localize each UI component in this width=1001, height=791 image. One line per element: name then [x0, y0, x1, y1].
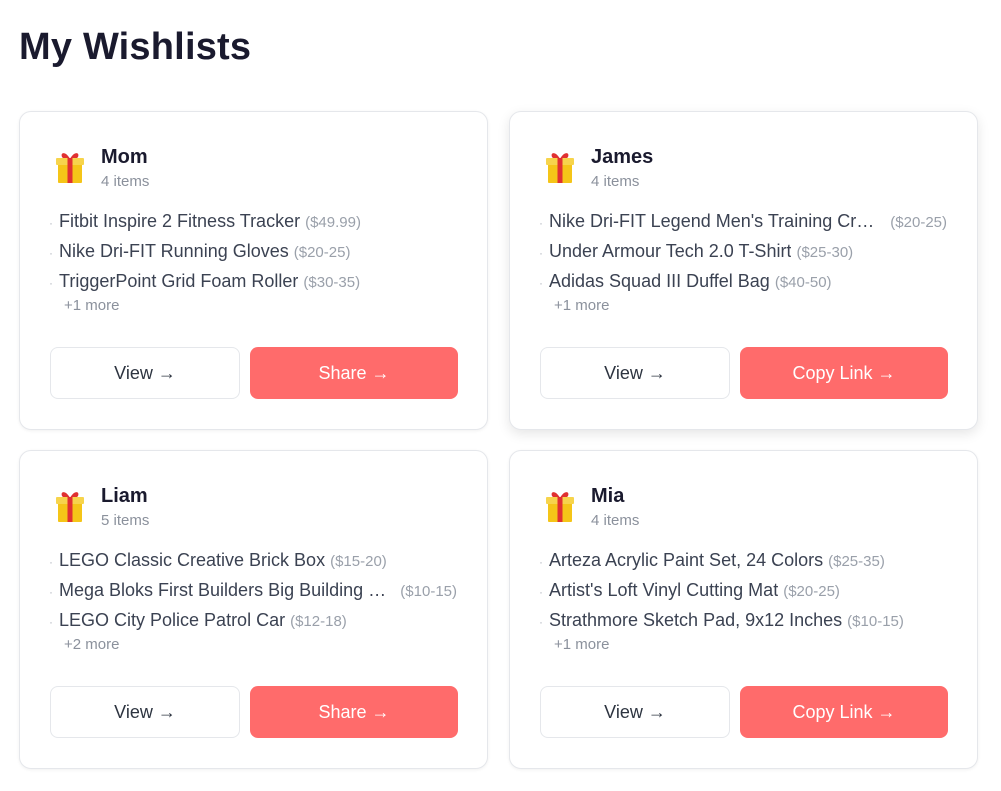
item-name: Adidas Squad III Duffel Bag [549, 271, 770, 291]
list-item: · Nike Dri-FIT Legend Men's Training Cre… [539, 206, 947, 236]
bullet: · [539, 585, 543, 599]
card-header: Liam 5 items [55, 484, 149, 530]
item-count: 4 items [591, 512, 640, 529]
wishlist-items: · Nike Dri-FIT Legend Men's Training Cre… [539, 206, 947, 296]
item-price: ($10-15) [400, 583, 457, 600]
item-name: Nike Dri-FIT Running Gloves [59, 241, 289, 261]
copy-link-button[interactable]: Copy Link → [740, 347, 948, 399]
item-count: 4 items [591, 173, 640, 190]
gift-icon [546, 492, 574, 522]
page-title: My Wishlists [19, 26, 252, 68]
bullet: · [49, 216, 53, 230]
list-item: · Under Armour Tech 2.0 T-Shirt ($25-30) [539, 236, 947, 266]
card-header: Mom 4 items [55, 145, 149, 191]
item-price: ($15-20) [330, 553, 387, 570]
bullet: · [49, 615, 53, 629]
item-name: Arteza Acrylic Paint Set, 24 Colors [549, 550, 824, 570]
item-count: 5 items [101, 512, 150, 529]
view-button[interactable]: View → [50, 347, 240, 399]
wishlist-items: · LEGO Classic Creative Brick Box ($15-2… [49, 545, 457, 635]
share-button[interactable]: Share → [250, 686, 458, 738]
more-items-count: +2 more [64, 636, 120, 653]
item-name: LEGO Classic Creative Brick Box [59, 550, 326, 570]
wishlist-owner-name: Liam [101, 485, 148, 507]
item-price: ($25-30) [796, 244, 854, 261]
gift-icon [546, 153, 574, 183]
wishlist-card-mom: Mom 4 items · Fitbit Inspire 2 Fitness T… [19, 111, 488, 430]
item-price: ($20-25) [890, 214, 947, 231]
bullet: · [49, 555, 53, 569]
wishlist-items: · Arteza Acrylic Paint Set, 24 Colors ($… [539, 545, 947, 635]
item-price: ($20-25) [293, 244, 351, 261]
view-button[interactable]: View → [540, 347, 730, 399]
gift-icon [56, 492, 84, 522]
more-items-count: +1 more [64, 297, 120, 314]
view-button[interactable]: View → [540, 686, 730, 738]
list-item: · Artist's Loft Vinyl Cutting Mat ($20-2… [539, 575, 947, 605]
item-price: ($12-18) [290, 613, 347, 630]
wishlist-owner-name: James [591, 146, 654, 168]
wishlist-owner-name: Mia [591, 485, 625, 507]
list-item: · Fitbit Inspire 2 Fitness Tracker ($49.… [49, 206, 457, 236]
gift-icon [56, 153, 84, 183]
copy-link-button[interactable]: Copy Link → [740, 686, 948, 738]
item-name: Mega Bloks First Builders Big Building B… [59, 580, 396, 600]
item-count: 4 items [101, 173, 150, 190]
item-price: ($40-50) [774, 274, 832, 291]
card-header: Mia 4 items [545, 484, 639, 530]
list-item: · LEGO Classic Creative Brick Box ($15-2… [49, 545, 457, 575]
item-price: ($10-15) [847, 613, 904, 630]
bullet: · [49, 276, 53, 290]
list-item: · Nike Dri-FIT Running Gloves ($20-25) [49, 236, 457, 266]
share-button[interactable]: Share → [250, 347, 458, 399]
view-button[interactable]: View → [50, 686, 240, 738]
item-name: Fitbit Inspire 2 Fitness Tracker [59, 211, 301, 231]
list-item: · Arteza Acrylic Paint Set, 24 Colors ($… [539, 545, 947, 575]
list-item: · LEGO City Police Patrol Car ($12-18) [49, 605, 457, 635]
item-price: ($20-25) [783, 583, 840, 600]
more-items-count: +1 more [554, 636, 610, 653]
wishlist-owner-name: Mom [101, 146, 148, 168]
more-items-count: +1 more [554, 297, 610, 314]
item-name: LEGO City Police Patrol Car [59, 610, 286, 630]
item-name: Nike Dri-FIT Legend Men's Training Crew [549, 211, 877, 231]
bullet: · [539, 555, 543, 569]
list-item: · Mega Bloks First Builders Big Building… [49, 575, 457, 605]
item-price: ($30-35) [303, 274, 361, 291]
bullet: · [539, 216, 543, 230]
wishlist-card-james: James 4 items · Nike Dri-FIT Legend Men'… [509, 111, 978, 430]
item-name: Under Armour Tech 2.0 T-Shirt [549, 241, 792, 261]
wishlist-items: · Fitbit Inspire 2 Fitness Tracker ($49.… [49, 206, 457, 296]
item-price: ($25-35) [828, 553, 885, 570]
item-name: Artist's Loft Vinyl Cutting Mat [549, 580, 779, 600]
item-name: Strathmore Sketch Pad, 9x12 Inches [549, 610, 843, 630]
item-name: TriggerPoint Grid Foam Roller [59, 271, 299, 291]
bullet: · [539, 246, 543, 260]
list-item: · Strathmore Sketch Pad, 9x12 Inches ($1… [539, 605, 947, 635]
bullet: · [539, 276, 543, 290]
bullet: · [49, 585, 53, 599]
bullet: · [539, 615, 543, 629]
wishlist-card-mia: Mia 4 items · Arteza Acrylic Paint Set, … [509, 450, 978, 769]
list-item: · Adidas Squad III Duffel Bag ($40-50) [539, 266, 947, 296]
item-price: ($49.99) [305, 214, 361, 231]
bullet: · [49, 246, 53, 260]
wishlist-card-liam: Liam 5 items · LEGO Classic Creative Bri… [19, 450, 488, 769]
card-header: James 4 items [545, 145, 653, 191]
list-item: · TriggerPoint Grid Foam Roller ($30-35) [49, 266, 457, 296]
